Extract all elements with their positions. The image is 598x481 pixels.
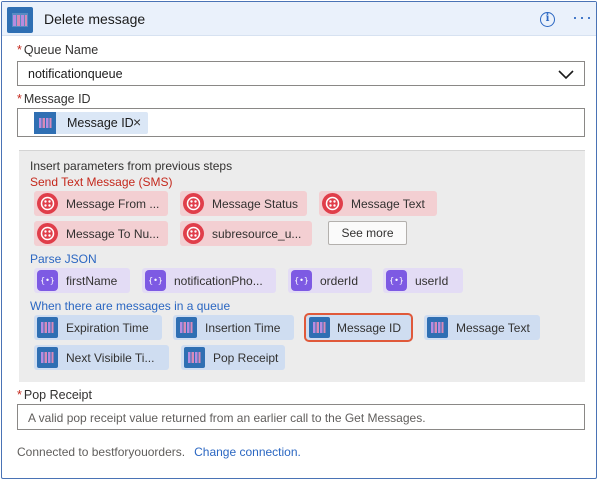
section-title-parse-json: Parse JSON: [30, 252, 97, 266]
token-json-firstname[interactable]: {•} firstName: [34, 268, 130, 293]
token-label: subresource_u...: [212, 227, 302, 241]
queue-connector-icon: [184, 347, 205, 368]
twilio-icon: [37, 193, 58, 214]
token-label: Pop Receipt: [213, 351, 279, 365]
section-title-queue-trigger: When there are messages in a queue: [30, 299, 231, 313]
section-title-sms: Send Text Message (SMS): [30, 175, 173, 189]
card-header[interactable]: Delete message i ···: [2, 2, 596, 36]
queue-connector-icon: [176, 317, 197, 338]
braces-icon: {•}: [291, 270, 312, 291]
braces-icon: {•}: [37, 270, 58, 291]
token-json-notificationphone[interactable]: {•} notificationPho...: [142, 268, 276, 293]
required-mark: *: [17, 92, 22, 106]
twilio-icon: [37, 223, 58, 244]
delete-message-card: Delete message i ··· * Queue Name notific…: [1, 1, 597, 479]
required-mark: *: [17, 388, 22, 402]
dynamic-content-panel: Insert parameters from previous steps Se…: [19, 150, 585, 382]
token-label: Message ID: [67, 116, 134, 130]
pop-receipt-label-text: Pop Receipt: [23, 388, 92, 402]
message-id-label: * Message ID: [17, 92, 91, 106]
queue-name-value: notificationqueue: [28, 67, 123, 81]
queue-name-label: * Queue Name: [17, 43, 98, 57]
token-sms-message-from[interactable]: Message From ...: [34, 191, 168, 216]
message-id-label-text: Message ID: [23, 92, 91, 106]
token-json-userid[interactable]: {•} userId: [383, 268, 463, 293]
token-sms-message-status[interactable]: Message Status: [180, 191, 307, 216]
token-sms-subresource-uris[interactable]: subresource_u...: [180, 221, 312, 246]
dynamic-content-intro: Insert parameters from previous steps: [30, 159, 233, 173]
token-label: Message Status: [212, 197, 299, 211]
queue-connector-icon: [309, 317, 330, 338]
token-label: Expiration Time: [66, 321, 149, 335]
token-queue-pop-receipt[interactable]: Pop Receipt: [181, 345, 285, 370]
remove-token-icon[interactable]: ×: [133, 114, 141, 130]
see-more-button[interactable]: See more: [328, 221, 407, 245]
token-label: Next Visibile Ti...: [66, 351, 155, 365]
token-queue-insertion-time[interactable]: Insertion Time: [173, 315, 294, 340]
twilio-icon: [183, 223, 204, 244]
queue-connector-icon: [7, 7, 33, 33]
token-json-orderid[interactable]: {•} orderId: [288, 268, 372, 293]
connection-footer: Connected to bestforyouorders. Change con…: [17, 445, 301, 459]
token-label: userId: [415, 274, 449, 288]
pop-receipt-input[interactable]: A valid pop receipt value returned from …: [17, 404, 585, 430]
message-id-token[interactable]: Message ID ×: [34, 112, 148, 134]
queue-connector-icon: [427, 317, 448, 338]
pop-receipt-placeholder: A valid pop receipt value returned from …: [28, 411, 426, 425]
token-label: Message From ...: [66, 197, 160, 211]
twilio-icon: [322, 193, 343, 214]
queue-connector-icon: [37, 317, 58, 338]
braces-icon: {•}: [145, 270, 166, 291]
connected-text: Connected to bestforyouorders.: [17, 445, 186, 459]
message-id-field[interactable]: Message ID ×: [17, 108, 585, 137]
token-label: Message Text: [456, 321, 530, 335]
token-label: orderId: [320, 274, 359, 288]
twilio-icon: [183, 193, 204, 214]
chevron-down-icon: [557, 65, 575, 86]
card-title: Delete message: [44, 11, 146, 27]
queue-connector-icon: [37, 347, 58, 368]
token-queue-next-visible-time[interactable]: Next Visibile Ti...: [34, 345, 169, 370]
token-queue-message-text[interactable]: Message Text: [424, 315, 540, 340]
token-label: Insertion Time: [205, 321, 281, 335]
token-queue-expiration-time[interactable]: Expiration Time: [34, 315, 162, 340]
more-options-icon[interactable]: ···: [572, 8, 593, 26]
change-connection-link[interactable]: Change connection.: [194, 445, 301, 459]
token-label: Message To Nu...: [66, 227, 160, 241]
token-label: firstName: [66, 274, 118, 288]
pop-receipt-label: * Pop Receipt: [17, 388, 92, 402]
token-label: notificationPho...: [174, 274, 263, 288]
queue-connector-icon: [34, 112, 56, 134]
token-sms-message-to-number[interactable]: Message To Nu...: [34, 221, 168, 246]
queue-name-label-text: Queue Name: [23, 43, 99, 57]
queue-name-dropdown[interactable]: notificationqueue: [17, 61, 585, 86]
info-icon[interactable]: i: [540, 12, 555, 27]
token-label: Message ID: [337, 321, 402, 335]
token-sms-message-text[interactable]: Message Text: [319, 191, 437, 216]
required-mark: *: [17, 43, 22, 57]
braces-icon: {•}: [386, 270, 407, 291]
token-queue-message-id-selected[interactable]: Message ID: [304, 313, 413, 342]
token-label: Message Text: [351, 197, 425, 211]
